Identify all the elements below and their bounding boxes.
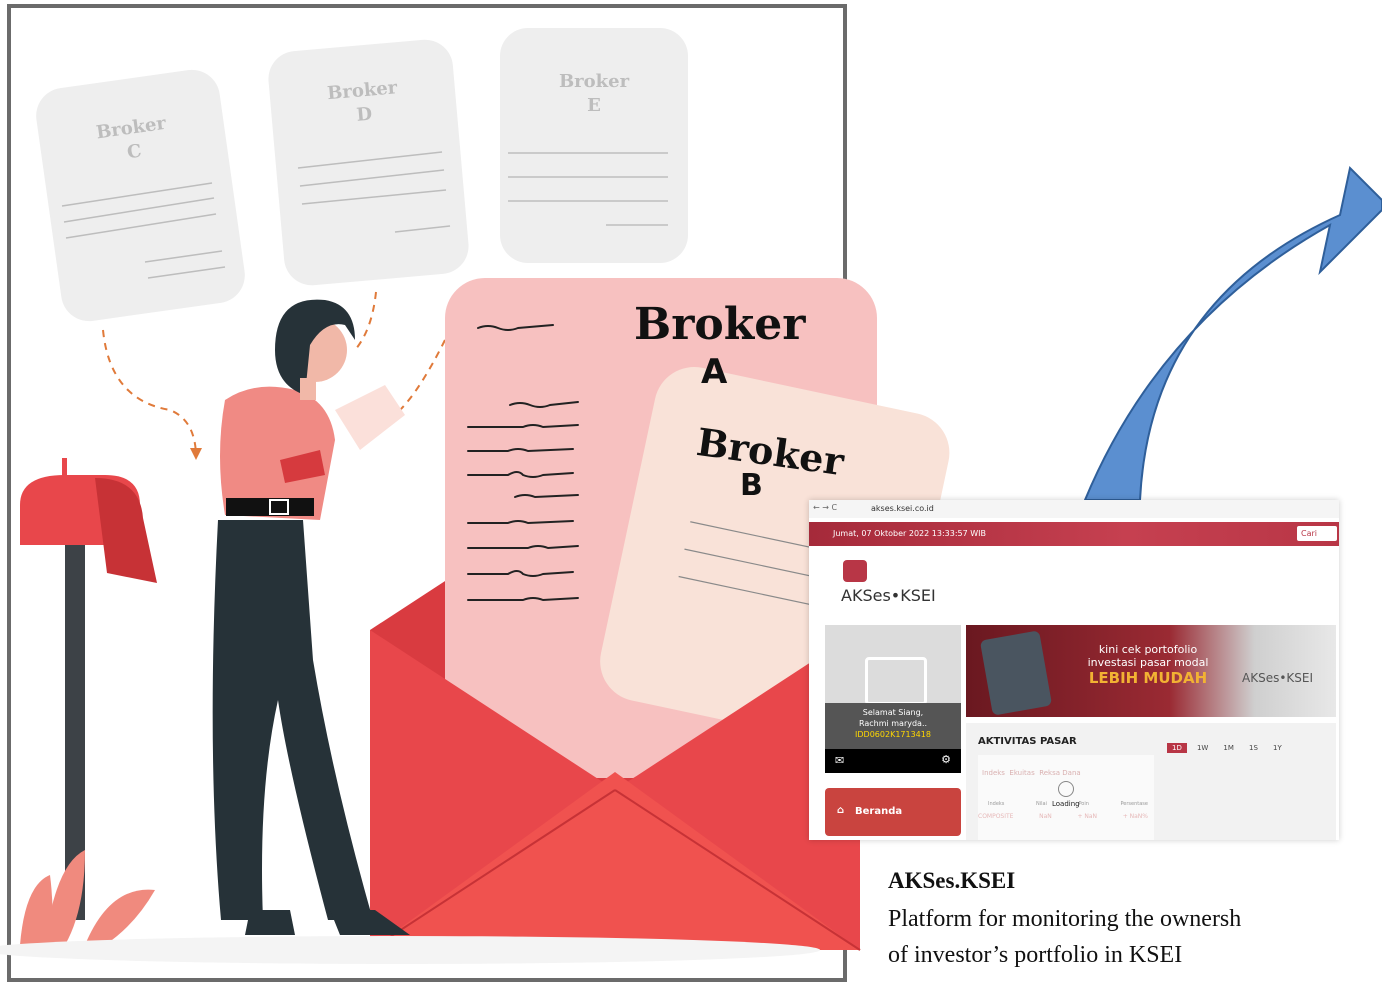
greeting-text: Selamat Siang, <box>862 708 924 717</box>
search-button[interactable]: Cari <box>1297 526 1337 541</box>
banner-line2: investasi pasar modal <box>1087 656 1209 669</box>
col-nilai: Nilai <box>1035 801 1047 807</box>
col-indeks: Indeks <box>988 801 1005 807</box>
range-tabs: 1D 1W 1M 1S 1Y <box>1167 735 1287 754</box>
phone-image <box>979 630 1053 716</box>
range-1d[interactable]: 1D <box>1167 743 1187 753</box>
akses-logo-text: AKSes•KSEI <box>841 586 936 605</box>
caption-title: AKSes.KSEI <box>888 868 1016 893</box>
user-name: Rachmi maryda.. <box>858 719 928 728</box>
url-text[interactable]: akses.ksei.co.id <box>871 504 934 513</box>
caption-line1: Platform for monitoring the ownersh <box>888 906 1242 932</box>
row-name: COMPOSITE <box>978 813 1014 820</box>
broker-a-title: Broker <box>634 299 806 350</box>
banner-text: kini cek portofolio investasi pasar moda… <box>1078 643 1218 687</box>
user-id: IDD0602K1713418 <box>855 730 931 739</box>
col-persentase: Persentase <box>1120 801 1148 807</box>
spinner-icon <box>1058 781 1074 797</box>
market-table: Indeks Ekuitas Reksa Dana Indeks Nilai P… <box>978 755 1154 840</box>
nav-beranda-label: Beranda <box>855 806 903 817</box>
nav-beranda[interactable]: ⌂ Beranda <box>825 788 961 836</box>
broker-a-letter: A <box>701 352 728 392</box>
range-1w[interactable]: 1W <box>1192 743 1213 753</box>
banner-line1: kini cek portofolio <box>1098 643 1198 656</box>
banner-logo: AKSes•KSEI <box>1242 671 1314 685</box>
tab-ekuitas[interactable]: Ekuitas <box>1009 769 1034 777</box>
profile-actions: ✉ ⚙ <box>825 749 961 773</box>
range-1s[interactable]: 1S <box>1244 743 1263 753</box>
lock-logo-icon <box>843 560 867 582</box>
range-1m[interactable]: 1M <box>1218 743 1239 753</box>
market-panel: AKTIVITAS PASAR 1D 1W 1M 1S 1Y Indeks Ek… <box>966 723 1336 840</box>
row-value: NaN <box>1039 813 1052 820</box>
loading-text: Loading <box>1052 800 1080 808</box>
market-tabs: Indeks Ekuitas Reksa Dana <box>982 769 1081 777</box>
broker-b-letter: B <box>740 468 763 503</box>
top-bar: Jumat, 07 Oktober 2022 13:33:57 WIB Cari <box>809 522 1339 546</box>
nav-arrows-icon[interactable]: ← → C <box>813 503 837 512</box>
row-point: + NaN <box>1077 813 1098 820</box>
section-title: AKTIVITAS PASAR <box>978 736 1077 747</box>
banner-line3: LEBIH MUDAH <box>1088 669 1208 687</box>
home-icon: ⌂ <box>837 805 845 816</box>
gear-icon[interactable]: ⚙ <box>941 753 951 766</box>
row-percent: + NaN% <box>1122 813 1148 820</box>
caption-line2: of investor’s portfolio in KSEI <box>888 942 1183 968</box>
datetime: Jumat, 07 Oktober 2022 13:33:57 WIB <box>833 529 986 538</box>
tab-reksa-dana[interactable]: Reksa Dana <box>1039 769 1080 777</box>
range-1y[interactable]: 1Y <box>1268 743 1287 753</box>
akses-screenshot: ← → C akses.ksei.co.id Jumat, 07 Oktober… <box>809 500 1339 840</box>
greeting-box: Selamat Siang, Rachmi maryda.. IDD0602K1… <box>825 703 961 749</box>
browser-url-bar: ← → C akses.ksei.co.id <box>809 500 1339 518</box>
tab-indeks[interactable]: Indeks <box>982 769 1005 777</box>
mail-icon[interactable]: ✉ <box>835 754 844 767</box>
table-row: COMPOSITE NaN + NaN + NaN% <box>978 813 1148 820</box>
promo-banner[interactable]: kini cek portofolio investasi pasar moda… <box>966 625 1336 717</box>
col-poin: Poin <box>1078 801 1089 807</box>
profile-panel: Selamat Siang, Rachmi maryda.. IDD0602K1… <box>825 625 961 773</box>
image-placeholder-icon <box>865 657 927 705</box>
